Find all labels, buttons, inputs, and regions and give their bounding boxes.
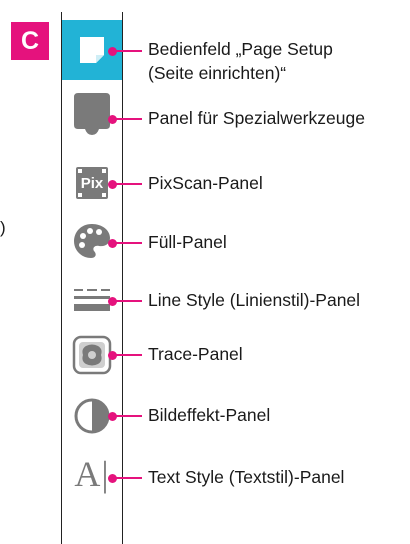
section-badge: C [11, 22, 49, 60]
callout-dot [108, 46, 117, 56]
label-page-setup-line1: Bedienfeld „Page Setup [148, 39, 333, 59]
callout-line [108, 179, 142, 189]
callout-line [108, 296, 142, 306]
special-tools-panel-button[interactable] [62, 84, 122, 144]
pixscan-icon: Pix [76, 167, 108, 199]
label-page-setup-line2: (Seite einrichten)“ [148, 63, 287, 83]
palette-icon [74, 224, 110, 258]
special-tools-icon [74, 93, 110, 135]
callout-dot [108, 350, 117, 360]
image-effect-icon [74, 398, 110, 434]
callout-dot [108, 411, 117, 421]
label-fill: Füll-Panel [148, 232, 227, 252]
callout-dot [108, 114, 117, 124]
callout-line [108, 46, 142, 56]
callout-line [108, 238, 142, 248]
label-page-setup: Bedienfeld „Page Setup (Seite einrichten… [148, 37, 333, 85]
label-trace: Trace-Panel [148, 344, 243, 364]
trace-icon [72, 335, 112, 375]
text-style-icon: A| [74, 454, 110, 494]
label-pixscan: PixScan-Panel [148, 173, 263, 193]
callout-dot [108, 296, 117, 306]
callout-dot [108, 179, 117, 189]
callout-dot [108, 473, 117, 483]
callout-line [108, 473, 142, 483]
callout-dot [108, 238, 117, 248]
pixscan-icon-text: Pix [80, 174, 104, 192]
label-text-style: Text Style (Textstil)-Panel [148, 467, 345, 487]
label-line-style: Line Style (Linienstil)-Panel [148, 290, 361, 310]
page-setup-icon [80, 37, 104, 63]
line-style-icon [74, 289, 110, 311]
callout-line [108, 114, 142, 124]
callout-line [108, 411, 142, 421]
callout-line [108, 350, 142, 360]
cropped-text-fragment: ) [0, 218, 6, 237]
label-special-tools: Panel für Spezialwerkzeuge [148, 108, 365, 128]
label-image-effect: Bildeffekt-Panel [148, 405, 271, 425]
